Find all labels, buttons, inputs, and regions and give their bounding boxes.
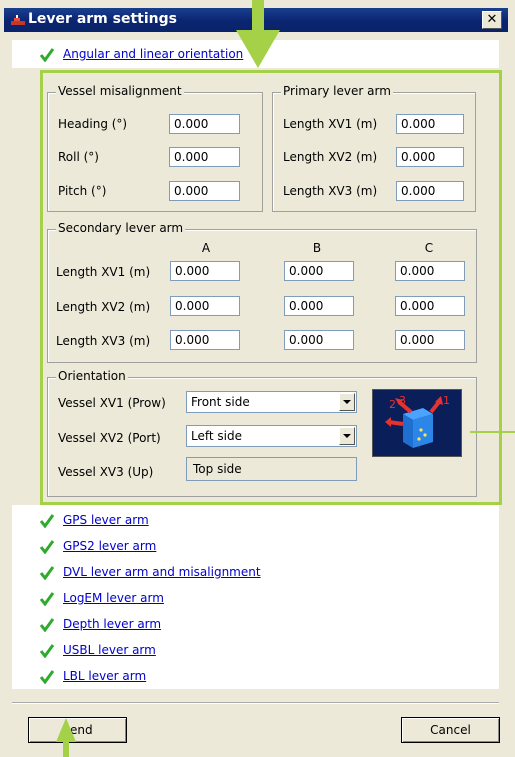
annotation-arrows (56, 0, 515, 757)
bottom-arrow-shaft (63, 740, 69, 757)
bottom-arrow-head-icon (56, 718, 76, 742)
top-arrow-shaft (252, 0, 264, 32)
lever-arm-settings-window: Lever arm settings ✕ Angular and linear … (0, 0, 515, 757)
top-arrow-head-icon (236, 30, 280, 68)
